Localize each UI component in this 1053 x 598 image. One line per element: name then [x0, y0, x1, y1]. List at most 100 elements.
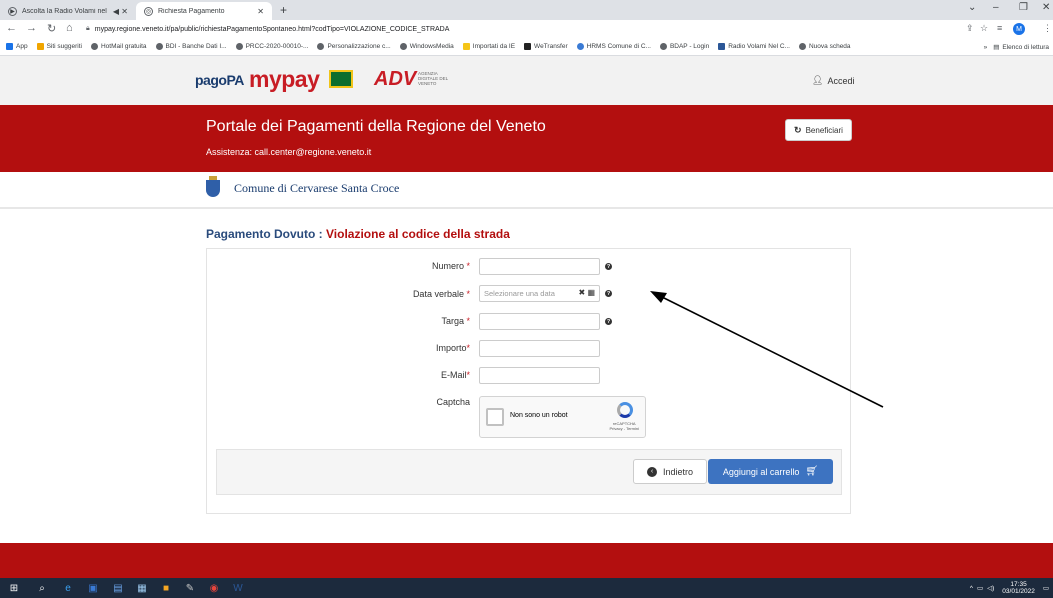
- url-field[interactable]: 🔒︎ mypay.regione.veneto.it/pa/public/ric…: [86, 22, 954, 36]
- reload-icon[interactable]: ↻: [47, 22, 56, 35]
- comune-crest-icon: [206, 176, 220, 197]
- back-arrow-icon[interactable]: ←: [6, 22, 17, 34]
- forward-arrow-icon[interactable]: →: [26, 22, 37, 34]
- bookmark-item[interactable]: HotMail gratuita: [90, 43, 147, 50]
- chevron-left-icon: ‹: [646, 466, 657, 477]
- bookmark-item[interactable]: BDAP - Login: [659, 43, 709, 50]
- browser-tab-radio[interactable]: ▶ Ascolta la Radio Volami nel c ◀ ✕: [0, 2, 136, 20]
- reading-list-icon[interactable]: ≡: [997, 23, 1002, 33]
- pen-icon[interactable]: ✎: [184, 582, 196, 594]
- hrms-icon: [576, 43, 584, 50]
- bookmark-item[interactable]: Radio Volami Nel C...: [718, 43, 790, 50]
- targa-input[interactable]: [479, 313, 600, 330]
- globe-icon: ◎: [144, 6, 153, 16]
- app-icon[interactable]: ▤: [112, 582, 124, 594]
- calendar-icon[interactable]: ✖ ▦: [579, 288, 595, 297]
- tray-chevron-icon[interactable]: ^: [970, 585, 973, 592]
- beneficiari-label: Beneficiari: [805, 125, 843, 135]
- play-icon: ▶: [8, 6, 17, 16]
- pagopa-logo[interactable]: pagoPA: [195, 72, 244, 88]
- audio-icon[interactable]: ◀ ✕: [113, 7, 128, 16]
- mypay-logo[interactable]: mypay: [249, 66, 320, 93]
- minimize-button[interactable]: –: [993, 2, 999, 13]
- recaptcha-checkbox[interactable]: [486, 408, 504, 426]
- recaptcha-brand: reCAPTCHA Privacy - Termini: [609, 421, 640, 431]
- globe-icon: [90, 43, 98, 50]
- search-icon[interactable]: ⌕: [36, 582, 48, 594]
- adv-logo-subtitle: AGENZIA DIGITALE DEL VENETO: [418, 71, 449, 86]
- importo-input[interactable]: [479, 340, 600, 357]
- bookmark-item[interactable]: WeTransfer: [524, 43, 568, 50]
- network-icon[interactable]: ▭: [977, 584, 983, 592]
- email-input[interactable]: [479, 367, 600, 384]
- reading-list-link[interactable]: » ▤ Elenco di lettura: [984, 38, 1049, 55]
- star-icon[interactable]: ☆: [980, 23, 988, 34]
- bookmark-item[interactable]: Siti suggeriti: [36, 43, 82, 50]
- chrome-icon[interactable]: ◉: [208, 582, 220, 594]
- data-verbale-label: Data verbale *: [412, 289, 470, 299]
- comune-heading: Comune di Cervarese Santa Croce: [206, 176, 399, 197]
- restore-button[interactable]: ❐: [1019, 2, 1028, 13]
- bookmark-item[interactable]: Nuova scheda: [798, 43, 851, 50]
- radio-icon: [718, 43, 726, 50]
- recaptcha-text: Non sono un robot: [510, 412, 568, 419]
- bookmarks-bar: App Siti suggeriti HotMail gratuita BDI …: [0, 38, 1053, 56]
- menu-icon[interactable]: ⋮: [1043, 23, 1052, 34]
- apps-grid-icon: [6, 43, 13, 50]
- window-close-button[interactable]: ✕: [1042, 2, 1050, 13]
- divider: [0, 207, 1053, 209]
- profile-avatar[interactable]: M: [1013, 23, 1025, 35]
- numero-label: Numero *: [431, 261, 470, 271]
- user-icon: 👤︎: [812, 75, 824, 85]
- outlook-icon[interactable]: ▣: [87, 582, 99, 594]
- new-tab-button[interactable]: +: [280, 3, 287, 17]
- beneficiari-button[interactable]: ↻ Beneficiari: [785, 119, 852, 141]
- portal-title: Portale dei Pagamenti della Regione del …: [206, 118, 546, 135]
- bookmark-item[interactable]: BDI - Banche Dati I...: [155, 43, 227, 50]
- bookmark-item[interactable]: HRMS Comune di C...: [576, 43, 651, 50]
- regione-veneto-logo[interactable]: [329, 70, 353, 88]
- numero-input[interactable]: [479, 258, 600, 275]
- edge-icon[interactable]: e: [62, 582, 74, 594]
- reading-list-icon: ▤: [993, 44, 1000, 51]
- add-to-cart-button[interactable]: Aggiungi al carrello 🛒︎: [708, 459, 833, 484]
- adv-logo[interactable]: ADV: [374, 68, 416, 91]
- help-icon[interactable]: ?: [605, 263, 612, 270]
- back-button[interactable]: ‹ Indietro: [633, 459, 707, 484]
- close-icon[interactable]: ✕: [257, 7, 264, 16]
- bookmark-item[interactable]: Importati da IE: [462, 43, 515, 50]
- cart-icon: 🛒︎: [805, 466, 819, 477]
- word-icon[interactable]: W: [232, 582, 244, 594]
- bookmark-item[interactable]: Personalizzazione c...: [317, 43, 391, 50]
- bookmark-item[interactable]: PRCC-2020-00010-...: [235, 43, 308, 50]
- browser-tab-strip: ▶ Ascolta la Radio Volami nel c ◀ ✕ ◎ Ri…: [0, 0, 1053, 20]
- help-icon[interactable]: ?: [605, 318, 612, 325]
- share-icon[interactable]: ⇪: [966, 23, 974, 34]
- globe-icon: [317, 43, 325, 50]
- volume-icon[interactable]: ◁): [987, 584, 994, 592]
- notification-icon[interactable]: ▭: [1043, 584, 1049, 592]
- back-label: Indietro: [662, 466, 694, 477]
- clock[interactable]: 17:35 03/01/2022: [1002, 581, 1035, 595]
- login-link[interactable]: 👤︎ Accedi: [812, 75, 854, 86]
- store-icon[interactable]: ▦: [136, 582, 148, 594]
- windows-start-icon[interactable]: ⊞: [8, 582, 20, 594]
- recaptcha-widget: Non sono un robot reCAPTCHA Privacy - Ter…: [479, 396, 646, 438]
- bookmark-item[interactable]: WindowsMedia: [399, 43, 454, 50]
- bookmark-app[interactable]: App: [6, 43, 28, 50]
- system-tray: ^ ▭ ◁) 17:35 03/01/2022 ▭: [970, 580, 1049, 596]
- browser-tab-richiesta[interactable]: ◎ Richiesta Pagamento ✕: [136, 2, 272, 20]
- portal-banner: Portale dei Pagamenti della Regione del …: [0, 105, 1053, 172]
- portal-assistance: Assistenza: call.center@regione.veneto.i…: [206, 147, 372, 157]
- page-title: Pagamento Dovuto : Violazione al codice …: [206, 227, 510, 241]
- folder-icon[interactable]: ■: [160, 582, 172, 594]
- chevron-down-icon[interactable]: ⌄: [968, 2, 976, 13]
- home-icon[interactable]: ⌂: [66, 22, 73, 34]
- recaptcha-icon: [617, 402, 633, 418]
- date-placeholder: Selezionare una data: [484, 289, 555, 298]
- wetransfer-icon: [524, 43, 532, 50]
- help-icon[interactable]: ?: [605, 290, 612, 297]
- data-verbale-input[interactable]: Selezionare una data ✖ ▦: [479, 285, 600, 302]
- tab-label: Ascolta la Radio Volami nel c: [22, 7, 109, 15]
- page-footer: [0, 543, 1053, 578]
